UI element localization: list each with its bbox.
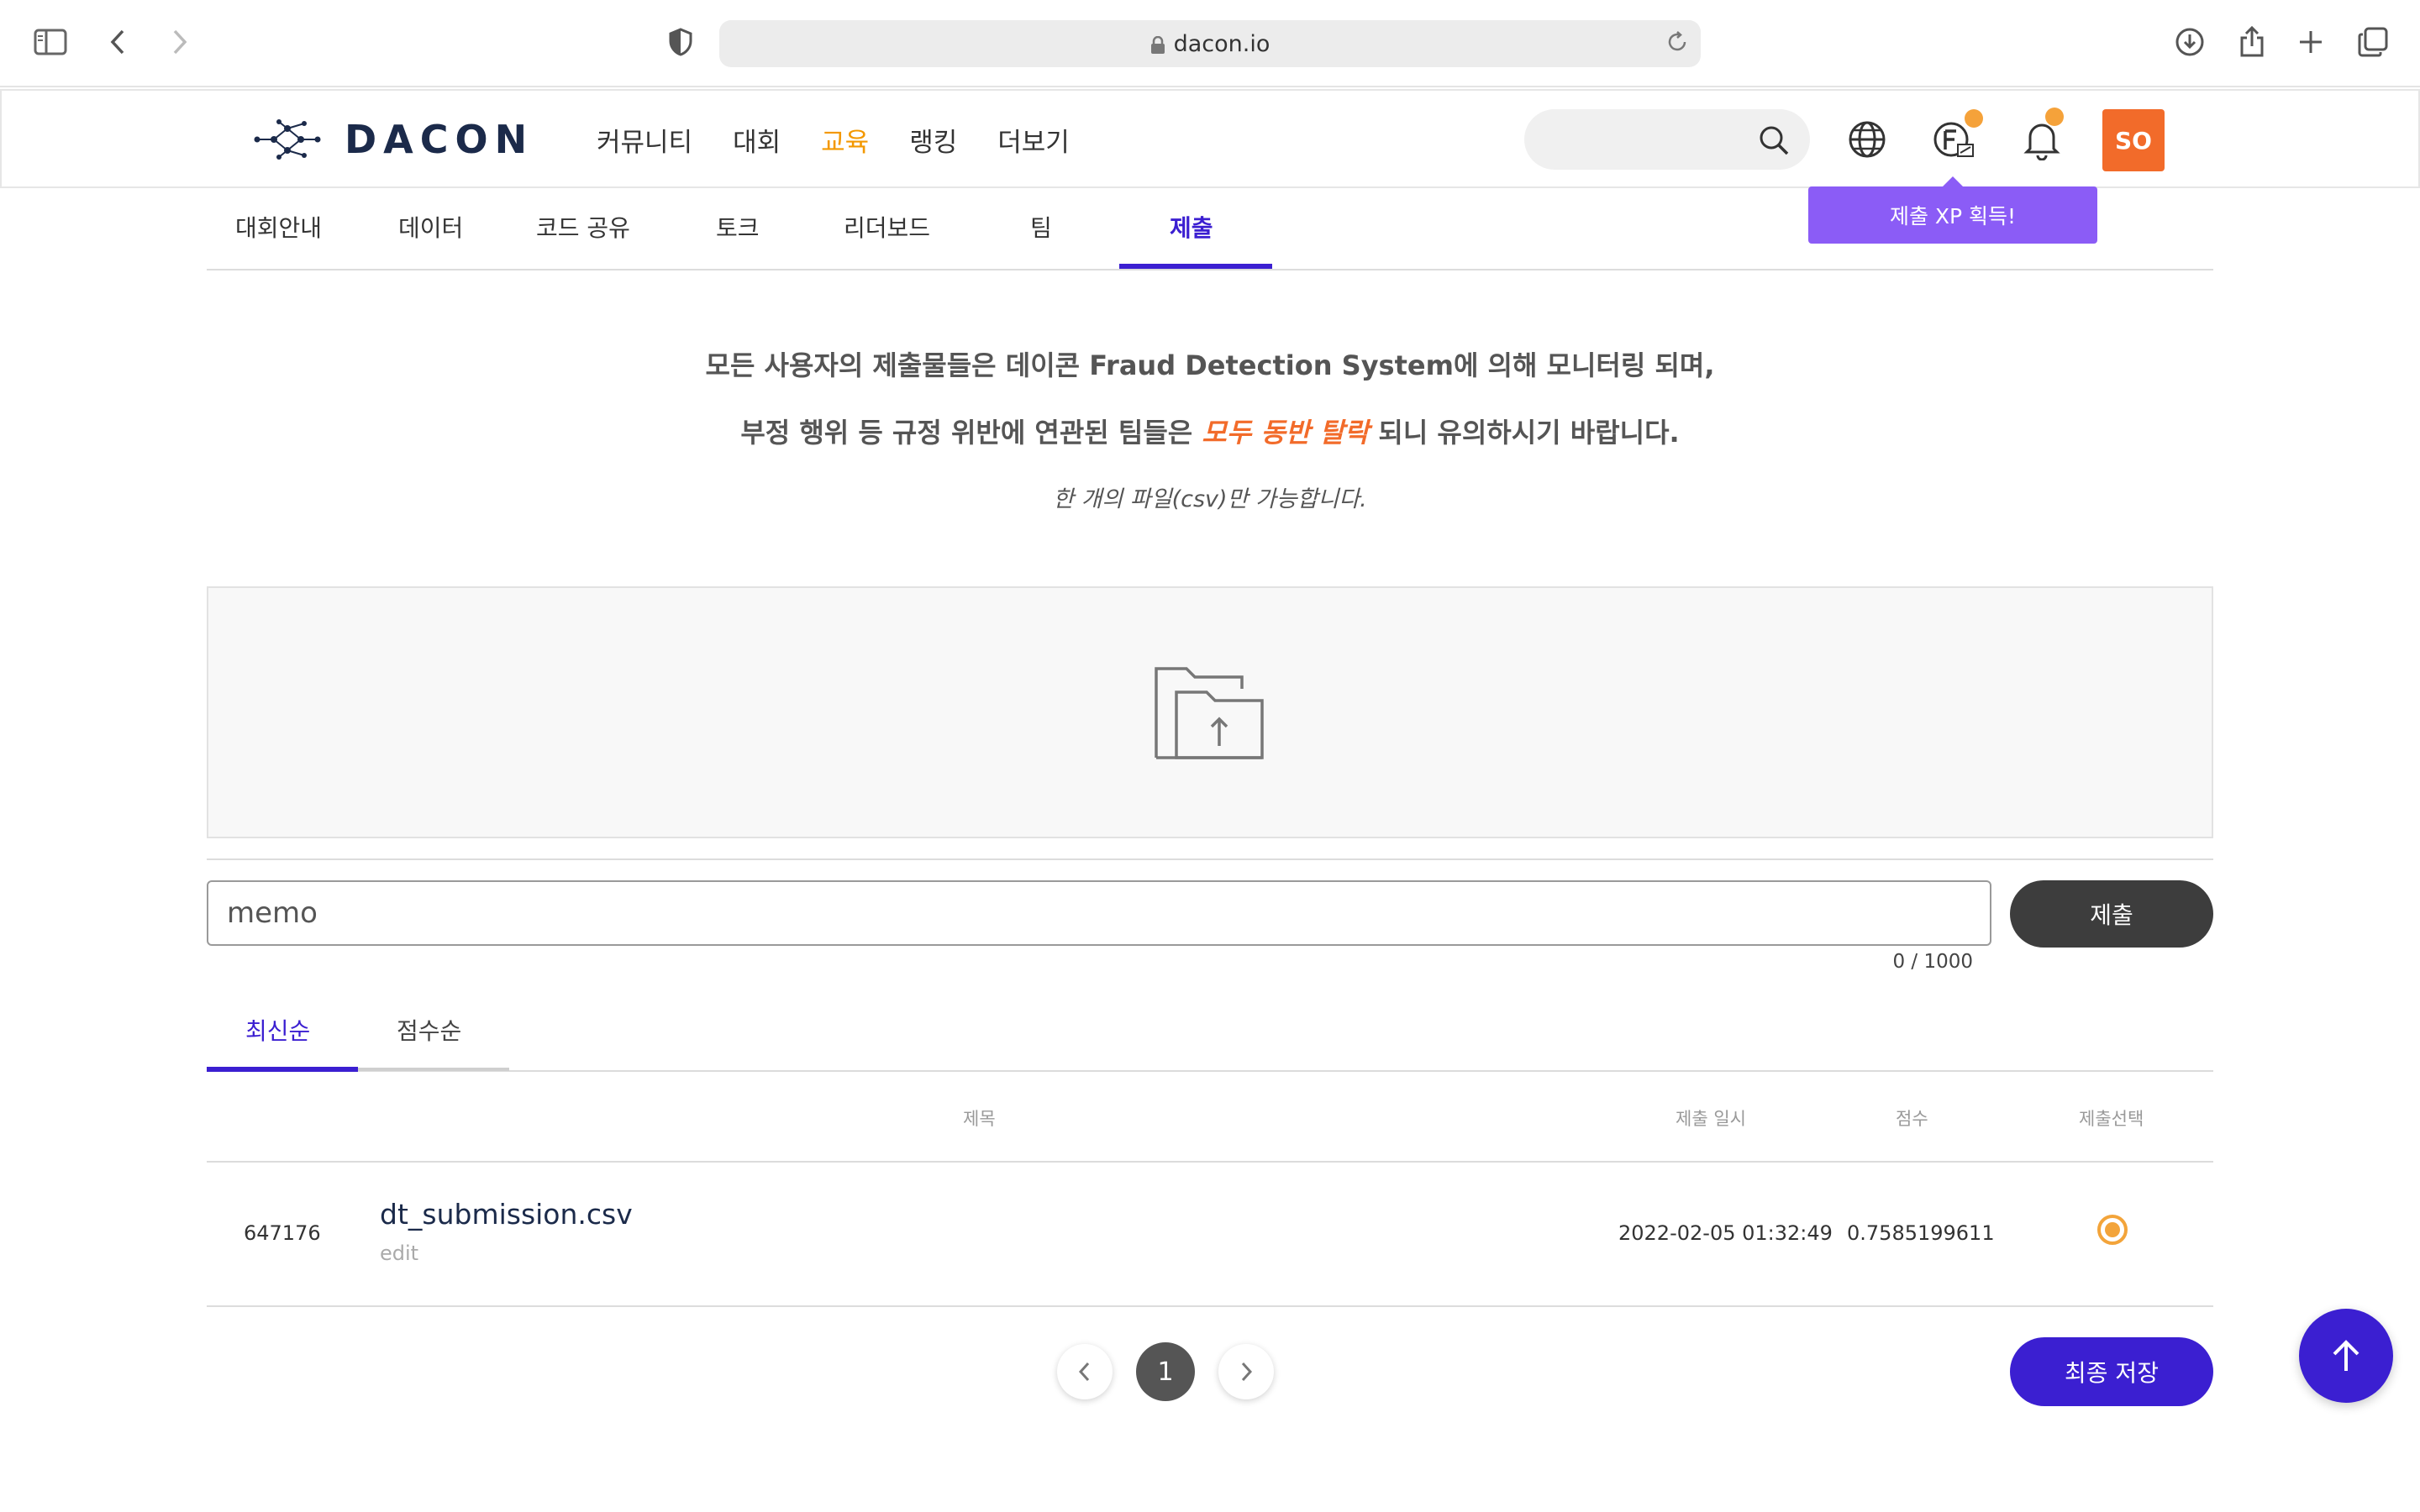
divider: [207, 858, 2213, 860]
col-header-select: 제출선택: [2079, 1109, 2144, 1129]
download-icon[interactable]: [2173, 25, 2207, 59]
col-header-score: 점수: [1896, 1109, 1928, 1129]
edit-link[interactable]: edit: [380, 1242, 418, 1265]
col-header-title: 제목: [963, 1109, 996, 1129]
notice-line-2: 부정 행위 등 규정 위반에 연관된 팀들은 모두 동반 탈락 되니 유의하시기…: [0, 412, 2420, 450]
submit-button[interactable]: 제출: [2010, 880, 2213, 948]
file-dropzone[interactable]: [207, 586, 2213, 838]
browser-toolbar: dacon.io: [0, 0, 2420, 87]
notification-dot: [2045, 108, 2064, 126]
submission-select-radio[interactable]: [2097, 1215, 2128, 1245]
notice-line-2-start: 부정 행위 등 규정 위반에 연관된 팀들은: [740, 417, 1202, 449]
competition-tabs: 대회안내 데이터 코드 공유 토크 리더보드 팀 제출: [207, 190, 2213, 270]
submission-id: 647176: [244, 1221, 321, 1245]
nav-item-competition[interactable]: 대회: [733, 121, 781, 159]
notice-warning-text: 모두 동반 탈락: [1202, 417, 1370, 449]
radio-selected-dot: [2105, 1222, 2120, 1237]
nav-item-community[interactable]: 커뮤니티: [597, 121, 692, 159]
forward-icon[interactable]: [163, 25, 197, 59]
inactive-sort-indicator: [358, 1068, 509, 1071]
submission-filename[interactable]: dt_submission.csv: [380, 1198, 633, 1231]
tab-overview[interactable]: 대회안내: [235, 210, 322, 244]
folder-upload-icon: [1155, 667, 1264, 759]
page-number-current[interactable]: 1: [1136, 1342, 1195, 1401]
address-bar[interactable]: dacon.io: [719, 20, 1701, 67]
sidebar-toggle-icon[interactable]: [34, 25, 67, 59]
nav-item-ranking[interactable]: 랭킹: [909, 121, 957, 159]
table-bottom-divider: [207, 1305, 2213, 1307]
notice-line-2-end: 되니 유의하시기 바랍니다.: [1369, 417, 1680, 449]
table-header-divider: [207, 1161, 2213, 1163]
tab-overview-icon[interactable]: [2356, 25, 2390, 59]
search-input[interactable]: [1524, 109, 1810, 170]
site-header: DACON 커뮤니티 대회 교육 랭킹 더보기 SO: [0, 89, 2420, 188]
dacon-logo[interactable]: DACON: [254, 114, 534, 165]
sort-tab-latest[interactable]: 최신순: [245, 1013, 310, 1047]
xp-notification-dot: [1965, 109, 1983, 128]
globe-icon[interactable]: [1844, 116, 1891, 163]
tab-submit[interactable]: 제출: [1170, 210, 1213, 244]
col-header-date: 제출 일시: [1676, 1109, 1746, 1129]
tab-talk[interactable]: 토크: [716, 210, 760, 244]
sort-tab-score[interactable]: 점수순: [397, 1013, 461, 1047]
main-nav: 커뮤니티 대회 교육 랭킹 더보기: [597, 121, 1110, 159]
next-page-button[interactable]: [1218, 1344, 1274, 1399]
final-save-button[interactable]: 최종 저장: [2010, 1337, 2213, 1406]
tab-code-share[interactable]: 코드 공유: [536, 210, 630, 244]
tab-data[interactable]: 데이터: [398, 210, 463, 244]
lock-icon: [1150, 34, 1165, 54]
bell-icon[interactable]: [2018, 108, 2065, 163]
new-tab-icon[interactable]: [2294, 25, 2328, 59]
chevron-right-icon: [1241, 1362, 1253, 1382]
back-icon[interactable]: [101, 25, 134, 59]
memo-char-counter: 0 / 1000: [1892, 951, 1973, 973]
file-limit-note: 한 개의 파일(csv)만 가능합니다.: [1053, 486, 1367, 512]
avatar[interactable]: SO: [2102, 109, 2165, 171]
tab-leaderboard[interactable]: 리더보드: [844, 210, 930, 244]
arrow-up-icon: [2333, 1340, 2360, 1371]
prev-page-button[interactable]: [1057, 1344, 1113, 1399]
active-tab-indicator: [1119, 264, 1272, 269]
privacy-shield-icon[interactable]: [664, 25, 697, 59]
reload-icon[interactable]: [1660, 25, 1694, 59]
logo-network-icon: [254, 119, 321, 160]
url-text: dacon.io: [1173, 30, 1270, 57]
nav-item-education[interactable]: 교육: [821, 121, 869, 159]
memo-input[interactable]: [207, 880, 1991, 946]
scroll-top-button[interactable]: [2299, 1309, 2393, 1403]
search-icon[interactable]: [1758, 124, 1790, 160]
submission-score: 0.7585199611: [1847, 1221, 1995, 1245]
share-icon[interactable]: [2235, 25, 2269, 59]
tab-team[interactable]: 팀: [1030, 210, 1052, 244]
submission-date: 2022-02-05 01:32:49: [1618, 1221, 1833, 1245]
chevron-left-icon: [1078, 1362, 1090, 1382]
notice-line-1: 모든 사용자의 제출물들은 데이콘 Fraud Detection System…: [705, 349, 1715, 381]
nav-item-more[interactable]: 더보기: [997, 121, 1070, 159]
logo-text: DACON: [345, 117, 534, 162]
active-sort-indicator: [207, 1067, 358, 1072]
xp-icon[interactable]: [1931, 109, 1983, 163]
